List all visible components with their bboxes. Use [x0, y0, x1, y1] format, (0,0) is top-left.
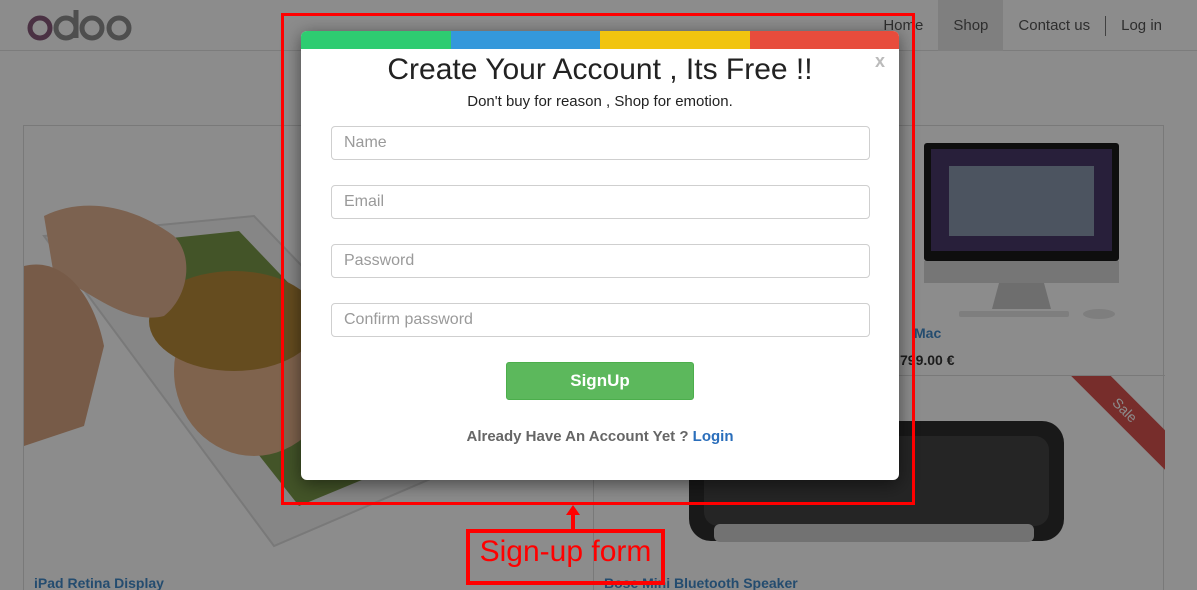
- annotation-label-box: Sign-up form: [466, 529, 665, 585]
- annotation-arrow-icon: [566, 505, 580, 531]
- annotation-highlight-box: [281, 13, 915, 505]
- annotation-label: Sign-up form: [479, 535, 652, 568]
